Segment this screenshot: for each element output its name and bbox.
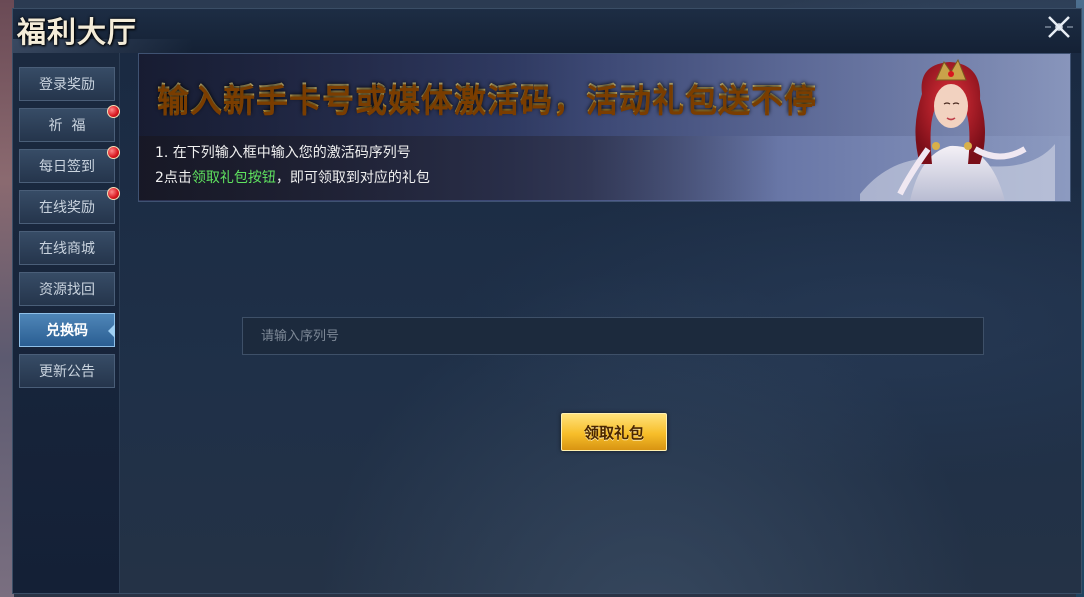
notification-badge bbox=[107, 187, 120, 200]
sidebar-item-label: 在线奖励 bbox=[39, 200, 95, 216]
step-2-highlight: 领取礼包按钮 bbox=[191, 170, 276, 186]
sidebar-item-label: 祈 福 bbox=[48, 118, 86, 134]
instruction-step-1: 1. 在下列输入框中输入您的激活码序列号 bbox=[155, 145, 411, 161]
window-title: 福利大厅 bbox=[17, 15, 138, 49]
welfare-hall-window: 福利大厅 登录奖励 祈 福 每日签到 在线奖励 在线商城 资源找回 兑换码 更新… bbox=[12, 8, 1082, 594]
sidebar-item-update-notice[interactable]: 更新公告 bbox=[19, 354, 115, 388]
sidebar-item-blessing[interactable]: 祈 福 bbox=[19, 105, 120, 142]
close-button[interactable] bbox=[1043, 11, 1075, 43]
sidebar-item-label: 资源找回 bbox=[39, 282, 95, 298]
redeem-code-panel: 输入新手卡号或媒体激活码，活动礼包送不停 1. 在下列输入框中输入您的激活码序列… bbox=[120, 53, 1081, 593]
sidebar-item-redeem-code[interactable]: 兑换码 bbox=[19, 313, 115, 347]
notification-badge bbox=[107, 146, 120, 159]
sidebar-item-label: 更新公告 bbox=[39, 364, 95, 380]
instructions-box: 1. 在下列输入框中输入您的激活码序列号 2点击领取礼包按钮，即可领取到对应的礼… bbox=[139, 136, 779, 200]
sidebar-item-label: 在线商城 bbox=[39, 241, 95, 257]
claim-gift-button[interactable]: 领取礼包 bbox=[561, 413, 667, 451]
serial-number-input[interactable] bbox=[242, 317, 984, 355]
step-2-prefix: 2点击 bbox=[155, 170, 192, 186]
notification-badge bbox=[107, 105, 120, 118]
promo-banner: 输入新手卡号或媒体激活码，活动礼包送不停 1. 在下列输入框中输入您的激活码序列… bbox=[138, 53, 1071, 202]
sidebar-item-online-reward[interactable]: 在线奖励 bbox=[19, 187, 120, 224]
sidebar-nav: 登录奖励 祈 福 每日签到 在线奖励 在线商城 资源找回 兑换码 更新公告 bbox=[13, 53, 120, 593]
banner-headline: 输入新手卡号或媒体激活码，活动礼包送不停 bbox=[157, 74, 817, 120]
step-2-suffix: ，即可领取到对应的礼包 bbox=[275, 170, 430, 186]
close-icon bbox=[1045, 16, 1073, 38]
instruction-step-2: 2点击领取礼包按钮，即可领取到对应的礼包 bbox=[155, 167, 430, 187]
sidebar-item-label: 登录奖励 bbox=[39, 77, 95, 93]
sidebar-item-daily-checkin[interactable]: 每日签到 bbox=[19, 146, 120, 183]
sidebar-item-label: 每日签到 bbox=[39, 159, 95, 175]
sidebar-item-online-shop[interactable]: 在线商城 bbox=[19, 231, 115, 265]
title-bar: 福利大厅 bbox=[13, 9, 1081, 53]
sidebar-item-resource-recovery[interactable]: 资源找回 bbox=[19, 272, 115, 306]
sidebar-item-login-reward[interactable]: 登录奖励 bbox=[19, 67, 115, 101]
sidebar-item-label: 兑换码 bbox=[46, 323, 88, 339]
character-portrait bbox=[860, 58, 1055, 201]
